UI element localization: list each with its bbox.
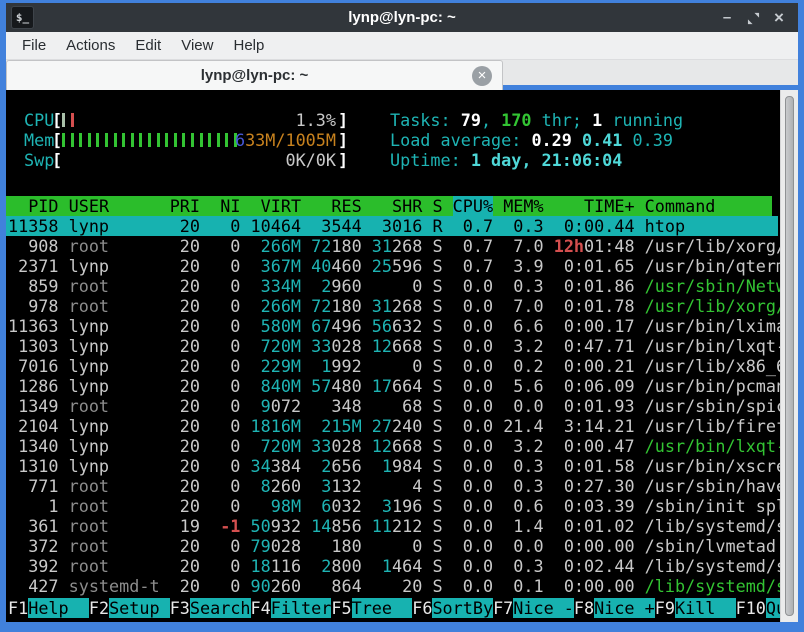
tab-title: lynp@lyn-pc: ~ <box>201 67 309 84</box>
tab-active[interactable]: lynp@lyn-pc: ~ × <box>6 60 503 90</box>
fkey-f9[interactable]: F9Kill <box>655 598 736 618</box>
uptime: Uptime: 1 day, 21:06:04 <box>6 150 780 170</box>
scrollbar[interactable] <box>780 90 798 622</box>
process-row[interactable]: 771 root 20 0 8260 3132 4 S 0.0 0.3 0:27… <box>6 476 780 496</box>
column-header-res[interactable]: RES <box>311 196 362 216</box>
column-header-mem[interactable]: MEM% <box>503 196 543 216</box>
process-row[interactable]: 2371 lynp 20 0 367M 40460 25596 S 0.7 3.… <box>6 256 780 276</box>
scrollbar-thumb[interactable] <box>785 96 794 616</box>
fkey-f4[interactable]: F4Filter <box>251 598 332 618</box>
menu-item-view[interactable]: View <box>171 34 223 57</box>
column-header-time[interactable]: TIME+ <box>554 196 635 216</box>
process-row[interactable]: 361 root 19 -1 50932 14856 11212 S 0.0 1… <box>6 516 780 536</box>
function-key-bar: F1Help F2Setup F3SearchF4FilterF5Tree F6… <box>6 598 780 618</box>
column-header-ni[interactable]: NI <box>210 196 240 216</box>
fkey-f5[interactable]: F5Tree <box>331 598 412 618</box>
menu-item-actions[interactable]: Actions <box>56 34 125 57</box>
column-header-command[interactable]: Command <box>645 196 716 216</box>
fkey-f8[interactable]: F8Nice + <box>574 598 655 618</box>
window-title: lynp@lyn-pc: ~ <box>6 9 798 26</box>
fkey-f10[interactable]: F10Qu <box>736 598 780 618</box>
tabbar-filler <box>503 60 798 90</box>
fkey-f3[interactable]: F3Search <box>170 598 251 618</box>
process-row[interactable]: 859 root 20 0 334M 2960 0 S 0.0 0.3 0:01… <box>6 276 780 296</box>
process-row[interactable]: 7016 lynp 20 0 229M 1992 0 S 0.0 0.2 0:0… <box>6 356 780 376</box>
menu-item-edit[interactable]: Edit <box>125 34 171 57</box>
restore-diagonal-arrows-glyph <box>747 12 760 25</box>
minimize-icon[interactable]: – <box>714 9 740 26</box>
window-controls: – × <box>714 3 792 32</box>
fkey-f2[interactable]: F2Setup <box>89 598 170 618</box>
close-icon[interactable]: × <box>766 8 792 28</box>
process-row[interactable]: 11363 lynp 20 0 580M 67496 56632 S 0.0 6… <box>6 316 780 336</box>
terminal-window: $_ lynp@lyn-pc: ~ – × FileActionsEditVie… <box>0 0 804 632</box>
column-header-virt[interactable]: VIRT <box>251 196 302 216</box>
process-row[interactable]: 1310 lynp 20 0 34384 2656 1984 S 0.0 0.3… <box>6 456 780 476</box>
column-header-shr[interactable]: SHR <box>372 196 423 216</box>
workarea: CPU[]1.3%Mem[]633M/1005MSwp[]0K/0KTasks:… <box>6 90 798 622</box>
load-average: Load average: 0.29 0.41 0.39 <box>6 130 780 150</box>
htop-terminal[interactable]: CPU[]1.3%Mem[]633M/1005MSwp[]0K/0KTasks:… <box>6 90 780 622</box>
tasks-summary: Tasks: 79, 170 thr; 1 running <box>6 110 780 130</box>
menu-item-help[interactable]: Help <box>223 34 274 57</box>
column-header-cpu[interactable]: CPU% <box>453 196 493 216</box>
column-header-pri[interactable]: PRI <box>170 196 200 216</box>
process-row[interactable]: 1303 lynp 20 0 720M 33028 12668 S 0.0 3.… <box>6 336 780 356</box>
menubar: FileActionsEditViewHelp <box>6 32 798 60</box>
menu-item-file[interactable]: File <box>12 34 56 57</box>
process-row[interactable]: 427 systemd-t 20 0 90260 864 20 S 0.0 0.… <box>6 576 780 596</box>
process-row[interactable]: 372 root 20 0 79028 180 0 S 0.0 0.0 0:00… <box>6 536 780 556</box>
process-row[interactable]: 1349 root 20 0 9072 348 68 S 0.0 0.0 0:0… <box>6 396 780 416</box>
process-row[interactable]: 908 root 20 0 266M 72180 31268 S 0.7 7.0… <box>6 236 780 256</box>
tabbar: lynp@lyn-pc: ~ × <box>6 60 798 90</box>
tab-close-icon[interactable]: × <box>472 66 492 86</box>
process-row[interactable]: 1340 lynp 20 0 720M 33028 12668 S 0.0 3.… <box>6 436 780 456</box>
table-header[interactable]: PID USER PRI NI VIRT RES SHR S CPU% MEM%… <box>6 196 772 216</box>
process-row[interactable]: 2104 lynp 20 0 1816M 215M 27240 S 0.0 21… <box>6 416 780 436</box>
restore-icon[interactable] <box>740 9 766 26</box>
fkey-f7[interactable]: F7Nice - <box>493 598 574 618</box>
process-row[interactable]: 978 root 20 0 266M 72180 31268 S 0.0 7.0… <box>6 296 780 316</box>
column-header-s[interactable]: S <box>432 196 442 216</box>
process-row[interactable]: 11358 lynp 20 0 10464 3544 3016 R 0.7 0.… <box>6 216 778 236</box>
fkey-f6[interactable]: F6SortBy <box>412 598 493 618</box>
titlebar[interactable]: $_ lynp@lyn-pc: ~ – × <box>6 3 798 32</box>
process-row[interactable]: 1 root 20 0 98M 6032 3196 S 0.0 0.6 0:03… <box>6 496 780 516</box>
process-row[interactable]: 392 root 20 0 18116 2800 1464 S 0.0 0.3 … <box>6 556 780 576</box>
column-header-pid[interactable]: PID <box>8 196 59 216</box>
fkey-f1[interactable]: F1Help <box>8 598 89 618</box>
process-row[interactable]: 1286 lynp 20 0 840M 57480 17664 S 0.0 5.… <box>6 376 780 396</box>
column-header-user[interactable]: USER <box>69 196 160 216</box>
